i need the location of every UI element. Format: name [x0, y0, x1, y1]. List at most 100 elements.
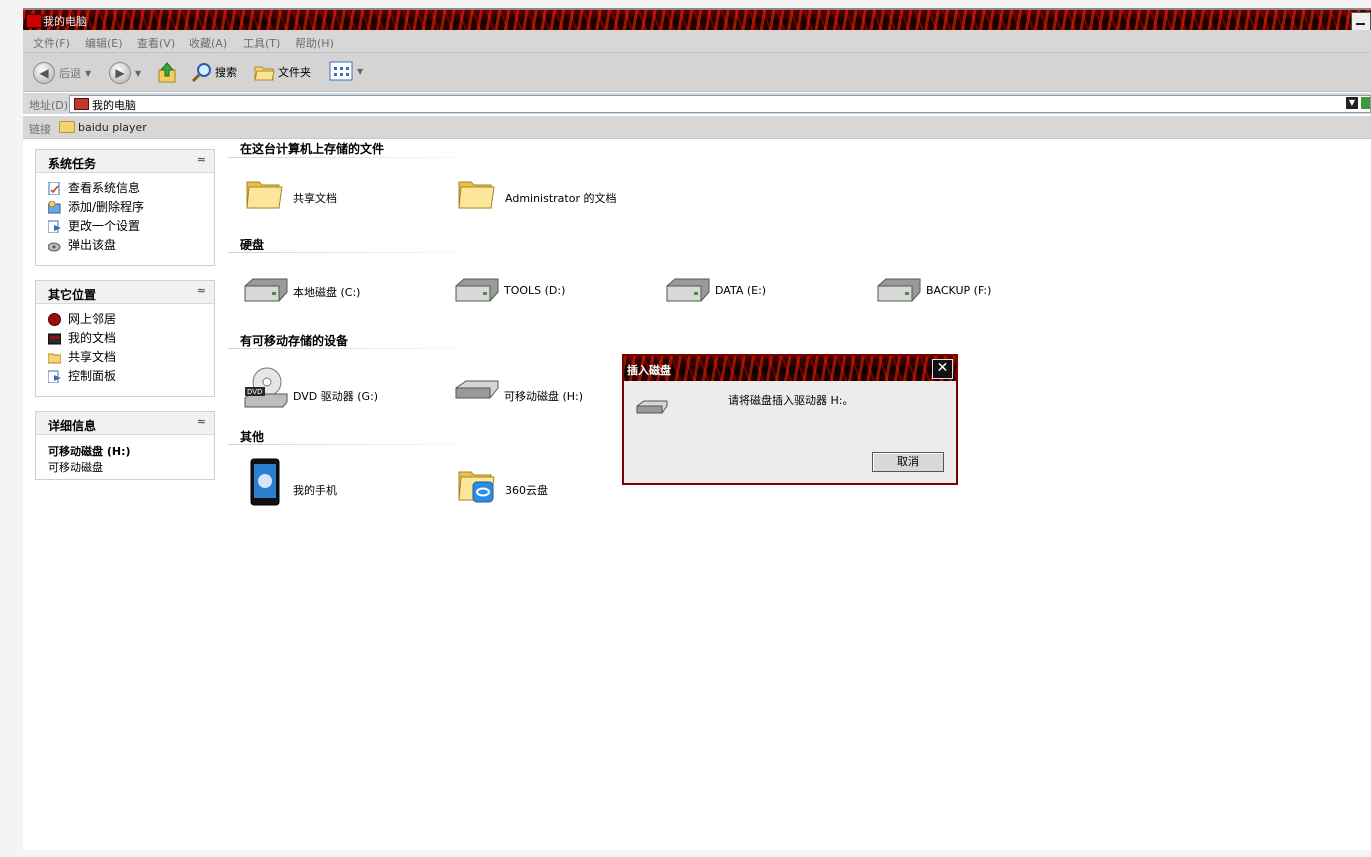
other-places-title: 其它位置: [48, 288, 97, 302]
address-value: 我的电脑: [92, 99, 136, 112]
item-label: DATA (E:): [715, 284, 767, 297]
toolbar: ◀ 后退 ▼ ▶ ▼ 搜索 文件夹 ▼: [23, 53, 1371, 92]
section-divider: [228, 157, 498, 158]
views-button[interactable]: ▼: [329, 61, 363, 81]
control-panel-icon: [48, 370, 61, 383]
system-info-icon: [48, 182, 60, 195]
details-title: 详细信息: [48, 419, 97, 433]
place-label: 网上邻居: [68, 312, 117, 326]
folder-icon: [246, 181, 283, 209]
menu-bar: 文件(F) 编辑(E) 查看(V) 收藏(A) 工具(T) 帮助(H): [23, 30, 1371, 53]
item-label: TOOLS (D:): [504, 284, 566, 297]
up-button[interactable]: [157, 61, 177, 83]
task-label: 更改一个设置: [68, 219, 141, 233]
collapse-chevron-icon[interactable]: ≈: [197, 284, 206, 297]
place-my-documents[interactable]: 我的文档: [48, 329, 214, 348]
menu-tools[interactable]: 工具(T): [243, 35, 280, 51]
item-label: 本地磁盘 (C:): [293, 286, 361, 299]
details-header[interactable]: 详细信息 ≈: [36, 412, 214, 435]
task-change-setting[interactable]: 更改一个设置: [48, 217, 214, 236]
svg-text:DVD: DVD: [247, 388, 262, 396]
window-title: 我的电脑: [43, 15, 87, 28]
detail-item-name: 可移动磁盘 (H:): [48, 445, 131, 458]
hard-disk-icon: [455, 278, 499, 302]
control-panel-icon: [48, 220, 61, 233]
cancel-button[interactable]: 取消: [872, 452, 944, 472]
folder-icon: [48, 353, 61, 364]
collapse-chevron-icon[interactable]: ≈: [197, 415, 206, 428]
cloud-folder-icon: [458, 471, 495, 503]
section-divider: [228, 444, 498, 445]
menu-file[interactable]: 文件(F): [33, 35, 70, 51]
computer-icon: [74, 98, 89, 110]
task-add-remove-programs[interactable]: 添加/删除程序: [48, 198, 214, 217]
system-tasks-panel: 系统任务 ≈ 查看系统信息 添加/删除程序 更改一个设置 弹出该盘: [35, 149, 215, 266]
search-button[interactable]: 搜索: [191, 61, 237, 83]
title-bar[interactable]: 我的电脑: [23, 8, 1371, 32]
section-divider: [228, 348, 498, 349]
insert-disk-dialog: 插入磁盘 ✕ 请将磁盘插入驱动器 H:。 取消: [622, 354, 958, 485]
collapse-chevron-icon[interactable]: ≈: [197, 153, 206, 166]
item-label: 共享文档: [293, 192, 337, 205]
views-icon: [329, 61, 353, 81]
task-label: 查看系统信息: [68, 181, 141, 195]
menu-edit[interactable]: 编辑(E): [85, 35, 123, 51]
item-label: BACKUP (F:): [926, 284, 992, 297]
other-places-header[interactable]: 其它位置 ≈: [36, 281, 214, 304]
task-view-system-info[interactable]: 查看系统信息: [48, 179, 214, 198]
dialog-title-bar[interactable]: 插入磁盘 ✕: [624, 356, 956, 381]
section-title-removable: 有可移动存储的设备: [240, 334, 349, 348]
place-shared-documents[interactable]: 共享文档: [48, 348, 214, 367]
removable-disk-icon: [636, 400, 668, 414]
address-input[interactable]: 我的电脑 ▼: [69, 95, 1371, 113]
phone-icon: [250, 458, 280, 506]
search-icon: [191, 63, 211, 83]
dialog-message: 请将磁盘插入驱动器 H:。: [728, 394, 854, 407]
folder-icon: [458, 181, 495, 209]
back-button[interactable]: ◀ 后退 ▼: [33, 62, 91, 84]
hard-disk-icon: [244, 278, 288, 302]
up-folder-icon: [158, 62, 176, 83]
close-button[interactable]: ✕: [932, 359, 953, 379]
section-title-hard-disks: 硬盘: [240, 238, 265, 252]
section-title-other: 其他: [240, 430, 265, 444]
item-label: 360云盘: [505, 484, 548, 497]
section-title-files: 在这台计算机上存储的文件: [240, 142, 385, 156]
place-label: 我的文档: [68, 331, 117, 345]
place-control-panel[interactable]: 控制面板: [48, 367, 214, 386]
details-panel: 详细信息 ≈ 可移动磁盘 (H:) 可移动磁盘: [35, 411, 215, 480]
go-button[interactable]: [1361, 97, 1370, 109]
network-icon: [48, 313, 61, 326]
item-label: DVD 驱动器 (G:): [293, 390, 379, 403]
address-bar: 地址(D) 我的电脑 ▼: [23, 93, 1371, 114]
search-label: 搜索: [215, 66, 237, 79]
my-documents-icon: [48, 333, 61, 345]
section-divider: [228, 252, 498, 253]
chevron-down-icon: ▼: [135, 68, 142, 78]
hard-disk-icon: [666, 278, 710, 302]
hard-disk-icon: [877, 278, 921, 302]
place-label: 共享文档: [68, 350, 117, 364]
detail-item-type: 可移动磁盘: [48, 461, 103, 474]
folders-button[interactable]: 文件夹: [253, 61, 311, 83]
menu-help[interactable]: 帮助(H): [295, 35, 334, 51]
forward-button[interactable]: ▶ ▼: [109, 62, 141, 84]
menu-view[interactable]: 查看(V): [137, 35, 175, 51]
links-item-baidu-player[interactable]: baidu player: [78, 121, 147, 134]
item-label: 可移动磁盘 (H:): [504, 390, 584, 403]
links-bar: 链接 baidu player: [23, 116, 1371, 139]
task-eject-disk[interactable]: 弹出该盘: [48, 236, 214, 255]
place-network[interactable]: 网上邻居: [48, 310, 214, 329]
system-tasks-header[interactable]: 系统任务 ≈: [36, 150, 214, 173]
menu-favorites[interactable]: 收藏(A): [189, 35, 227, 51]
dialog-title: 插入磁盘: [627, 364, 671, 377]
task-label: 添加/删除程序: [68, 200, 145, 214]
add-remove-programs-icon: [48, 201, 61, 214]
address-dropdown-button[interactable]: ▼: [1346, 97, 1358, 109]
system-tasks-title: 系统任务: [48, 157, 97, 171]
folder-icon: [59, 121, 75, 133]
dvd-drive-icon: DVD: [244, 367, 288, 408]
minimize-button[interactable]: [1351, 12, 1371, 31]
eject-disk-icon: [48, 242, 61, 252]
chevron-down-icon: ▼: [85, 68, 92, 78]
